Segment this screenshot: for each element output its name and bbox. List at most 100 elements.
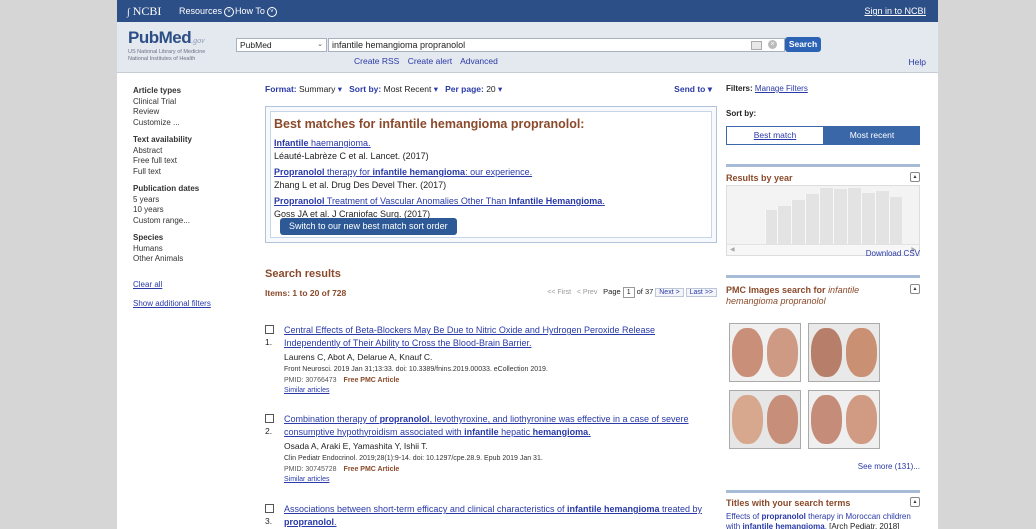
filter-item[interactable]: Abstract (133, 146, 243, 157)
format-menu[interactable]: Format: (265, 84, 297, 94)
result-checkbox[interactable] (265, 414, 274, 423)
best-matches-title: Best matches for infantile hemangioma pr… (274, 117, 585, 131)
best-match-title-link[interactable]: Propranolol therapy for infantile hemang… (274, 167, 532, 177)
search-results-heading: Search results (265, 268, 341, 280)
filter-item[interactable]: 5 years (133, 195, 243, 206)
search-button[interactable]: Search (785, 37, 821, 52)
titles-heading: Titles with your search terms (726, 498, 851, 508)
result-citation: Clin Pediatr Endocrinol. 2019;28(1):9-14… (284, 455, 543, 462)
results-by-year-title: Results by year (726, 173, 793, 183)
filter-heading: Article types (133, 86, 182, 95)
filter-sidebar: Article types Clinical Trial Review Cust… (133, 86, 243, 310)
next-page-button[interactable]: Next > (655, 288, 684, 297)
create-rss-link[interactable]: Create RSS (354, 56, 399, 66)
send-to-menu[interactable]: Send to ▾ (674, 84, 712, 95)
title-suggestion-link[interactable]: Effects of propranolol therapy in Morocc… (726, 512, 920, 529)
best-match-title-link[interactable]: Infantile haemangioma. (274, 138, 429, 148)
page-number-input[interactable]: 1 (622, 287, 635, 298)
resources-menu[interactable]: Resources ˅ (179, 6, 235, 17)
filters-label: Filters: Manage Filters (726, 84, 808, 93)
filter-item[interactable]: 10 years (133, 205, 243, 216)
ncbi-logo[interactable]: ∫ NCBI (127, 4, 161, 19)
filter-heading: Publication dates (133, 184, 200, 193)
result-pmid: PMID: 30766473 Free PMC Article (284, 377, 400, 384)
pmc-image-thumbnail[interactable] (729, 390, 801, 449)
see-more-link[interactable]: See more (131)... (858, 462, 920, 471)
database-select[interactable]: PubMed ⌄ (236, 38, 327, 52)
result-title-link[interactable]: Central Effects of Beta-Blockers May Be … (284, 324, 714, 349)
best-match-item: Propranolol therapy for infantile hemang… (274, 167, 533, 190)
show-additional-filters-link[interactable]: Show additional filters (133, 299, 243, 310)
collapse-icon[interactable]: ▲ (910, 497, 920, 507)
filter-item[interactable]: Full text (133, 167, 243, 178)
sort-best-match-button[interactable]: Best match (726, 126, 824, 145)
per-page-menu[interactable]: Per page: (445, 84, 484, 94)
clear-all-link[interactable]: Clear all (133, 280, 243, 291)
result-checkbox[interactable] (265, 504, 274, 513)
best-match-item: Infantile haemangioma. Léauté-Labrèze C … (274, 138, 429, 161)
best-match-item: Propranolol Treatment of Vascular Anomal… (274, 196, 605, 219)
collapse-icon[interactable]: ▲ (910, 172, 920, 182)
clear-icon[interactable]: × (768, 40, 777, 49)
pmc-images-title: PMC Images search for infantile hemangio… (726, 285, 860, 306)
chevron-down-icon: ⌄ (317, 41, 323, 48)
advanced-link[interactable]: Advanced (460, 56, 498, 66)
sort-menu[interactable]: Sort by: (349, 84, 381, 94)
filter-item[interactable]: Review (133, 107, 243, 118)
items-count: Items: 1 to 20 of 728 (265, 288, 347, 298)
best-matches-box: Best matches for infantile hemangioma pr… (265, 106, 717, 243)
last-page-button[interactable]: Last >> (685, 288, 717, 297)
howto-menu[interactable]: How To ˅ (235, 6, 277, 17)
chevron-down-icon: ˅ (266, 6, 277, 17)
download-csv-link[interactable]: Download CSV (866, 249, 920, 258)
search-input[interactable]: infantile hemangioma propranolol × (328, 38, 785, 52)
results-by-year-chart: ◀ ▶ (726, 185, 920, 256)
result-title-link[interactable]: Combination therapy of propranolol, levo… (284, 413, 714, 438)
pager: << First < Prev Page 1 of 37 Next > Last… (547, 287, 717, 298)
result-checkbox[interactable] (265, 325, 274, 334)
free-pmc-link[interactable]: Free PMC Article (344, 377, 400, 384)
filter-item[interactable]: Other Animals (133, 254, 243, 265)
result-pmid: PMID: 30745728 Free PMC Article (284, 466, 400, 473)
collapse-icon[interactable]: ▲ (910, 284, 920, 294)
filter-item[interactable]: Customize ... (133, 118, 243, 129)
panel-divider (726, 164, 920, 167)
panel-divider (726, 490, 920, 493)
chevron-down-icon: ▾ (335, 84, 343, 94)
prev-page-link[interactable]: < Prev (577, 289, 597, 296)
pmc-image-thumbnail[interactable] (729, 323, 801, 382)
sort-by-label: Sort by: (726, 109, 757, 118)
similar-articles-link[interactable]: Similar articles (284, 476, 330, 483)
help-link[interactable]: Help (909, 57, 926, 67)
filter-item[interactable]: Humans (133, 244, 243, 255)
ncbi-dna-icon: ∫ (127, 7, 130, 18)
create-alert-link[interactable]: Create alert (408, 56, 452, 66)
search-links: Create RSS Create alert Advanced (354, 56, 504, 66)
sign-in-link[interactable]: Sign in to NCBI (864, 6, 926, 16)
pubmed-logo[interactable]: PubMed.gov US National Library of Medici… (128, 28, 205, 62)
autocomplete-icon[interactable] (751, 41, 762, 50)
pmc-image-thumbnail[interactable] (808, 323, 880, 382)
pubmed-page: ∫ NCBI Resources ˅ How To ˅ Sign in to NCBI… (117, 0, 938, 529)
filter-item[interactable]: Custom range... (133, 216, 243, 227)
similar-articles-link[interactable]: Similar articles (284, 387, 330, 394)
manage-filters-link[interactable]: Manage Filters (755, 84, 808, 93)
free-pmc-link[interactable]: Free PMC Article (344, 466, 400, 473)
chevron-down-icon: ˅ (224, 6, 235, 17)
filter-heading: Species (133, 233, 164, 242)
switch-sort-button[interactable]: Switch to our new best match sort order (280, 218, 457, 235)
chevron-down-icon: ▾ (707, 84, 712, 94)
sort-most-recent-button[interactable]: Most recent (824, 126, 920, 145)
result-authors: Osada A, Araki E, Yamashita Y, Ishii T. (284, 441, 428, 451)
filter-heading: Text availability (133, 135, 192, 144)
search-header: PubMed.gov US National Library of Medici… (117, 22, 938, 73)
panel-divider (726, 275, 920, 278)
pmc-image-thumbnail[interactable] (808, 390, 880, 449)
result-title-link[interactable]: Associations between short-term efficacy… (284, 503, 714, 528)
best-match-title-link[interactable]: Propranolol Treatment of Vascular Anomal… (274, 196, 605, 206)
filter-item[interactable]: Free full text (133, 156, 243, 167)
scroll-left-icon[interactable]: ◀ (730, 246, 735, 253)
ncbi-top-bar: ∫ NCBI Resources ˅ How To ˅ Sign in to NCBI (117, 0, 938, 22)
first-page-link[interactable]: << First (547, 289, 571, 296)
filter-item[interactable]: Clinical Trial (133, 97, 243, 108)
